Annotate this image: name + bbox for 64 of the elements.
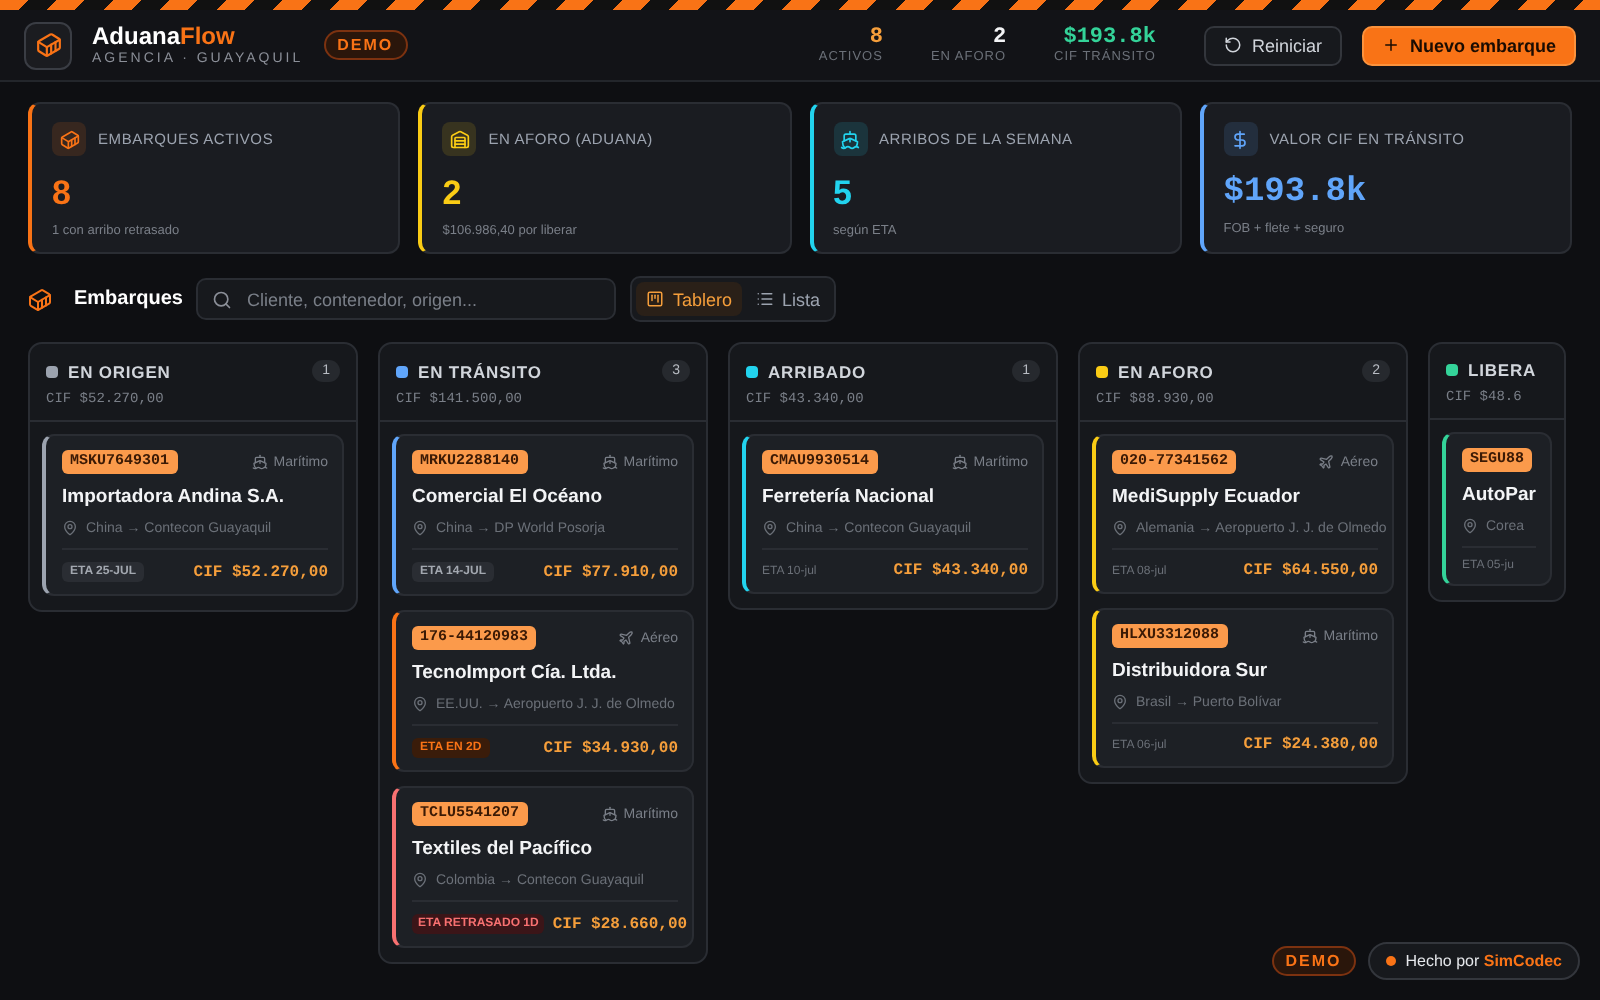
reset-icon (1223, 36, 1242, 54)
section-title: Embarques (74, 288, 183, 310)
container-icon (52, 122, 86, 156)
map-pin-icon (1112, 520, 1128, 536)
dollar-icon (1223, 122, 1258, 156)
plane-icon (1318, 454, 1335, 470)
container-icon (24, 21, 72, 69)
cif-amount: CIF $24.380,00 (1243, 736, 1378, 754)
kpi-value: 5 (833, 174, 854, 214)
cif-amount: CIF $43.340,00 (893, 562, 1028, 580)
client-name: MediSupply Ecuador (1112, 486, 1302, 508)
stat-value: 2 (992, 26, 1007, 50)
plus-icon (1381, 36, 1400, 54)
map-pin-icon (412, 696, 428, 712)
cif-amount: CIF $77.910,00 (543, 563, 678, 581)
new-shipment-button[interactable]: Nuevo embarque (1361, 25, 1576, 65)
client-name: Textiles del Pacífico (412, 838, 595, 860)
kpi-value: 8 (52, 174, 73, 214)
ship-icon (601, 806, 618, 822)
search-icon (212, 289, 233, 309)
ship-icon (251, 454, 268, 470)
column-title: EN ORIGEN (68, 361, 171, 381)
column-title: EN TRÁNSITO (418, 361, 542, 381)
view-tab[interactable]: Tablero (636, 282, 742, 316)
plane-icon (618, 630, 635, 646)
map-pin-icon (1462, 518, 1478, 534)
map-pin-icon (1112, 694, 1128, 710)
kpi-value: $193.8k (1223, 174, 1369, 212)
cif-amount: CIF $52.270,00 (193, 563, 328, 581)
ship-icon (833, 122, 867, 156)
cif-amount: CIF $28.660,00 (552, 915, 688, 933)
client-name: Importadora Andina S.A. (62, 486, 287, 508)
ship-icon (951, 454, 968, 470)
search-field[interactable]: Cliente, contenedor, origen... (196, 278, 617, 320)
view-tab[interactable]: Lista (746, 282, 831, 316)
client-name: Distribuidora Sur (1112, 660, 1270, 682)
map-pin-icon (412, 872, 428, 888)
demo-badge: DEMO (1271, 946, 1356, 976)
reset-button[interactable]: Reiniciar (1203, 25, 1342, 65)
brand-name: AduanaFlow (92, 24, 237, 48)
warehouse-icon (442, 122, 477, 156)
client-name: Comercial El Océano (412, 486, 605, 508)
map-pin-icon (62, 520, 78, 536)
column-title: LIBERA (1468, 360, 1537, 380)
client-name: TecnoImport Cía. Ltda. (412, 662, 619, 684)
list-icon (756, 290, 774, 308)
credit-badge[interactable]: Hecho por SimCodec (1367, 942, 1580, 980)
client-name: Ferretería Nacional (762, 486, 937, 508)
map-pin-icon (412, 520, 428, 536)
board-icon (646, 290, 665, 308)
column-title: EN AFORO (1118, 361, 1214, 381)
container-icon (28, 287, 52, 311)
demo-badge: DEMO (323, 30, 408, 60)
map-pin-icon (762, 520, 778, 536)
kpi-value: 2 (442, 174, 464, 214)
ship-icon (1301, 628, 1318, 644)
column-title: ARRIBADO (768, 361, 867, 381)
client-name: AutoPar (1462, 484, 1536, 506)
ship-icon (601, 454, 618, 470)
cif-amount: CIF $34.930,00 (543, 739, 678, 757)
search-input[interactable]: Cliente, contenedor, origen... (242, 287, 601, 311)
stat-value: $193.8k (1063, 26, 1156, 50)
cif-amount: CIF $64.550,00 (1243, 562, 1378, 580)
stat-value: 8 (869, 26, 883, 50)
